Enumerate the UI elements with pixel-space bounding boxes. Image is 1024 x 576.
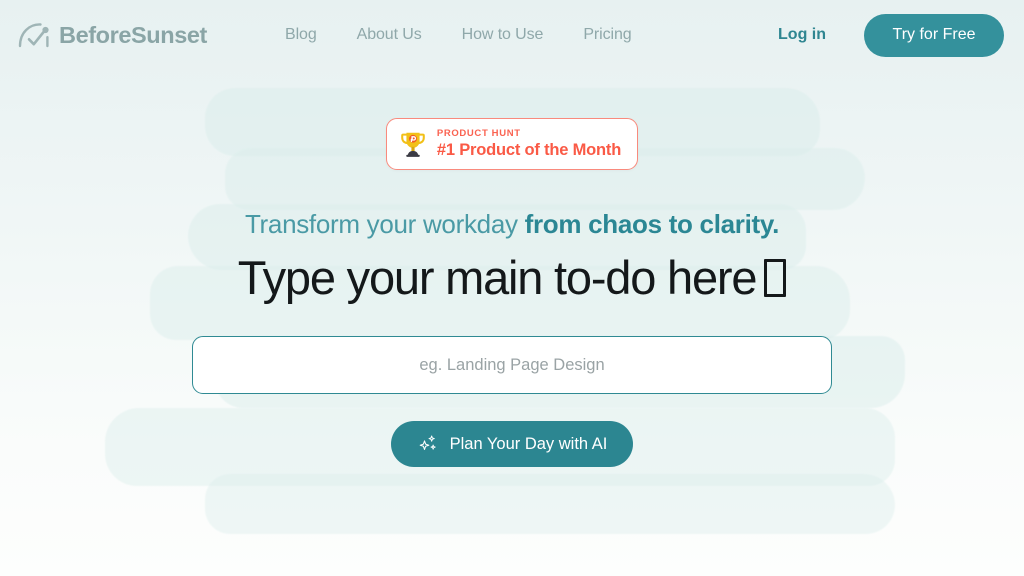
- hero-subheading: Transform your workday from chaos to cla…: [245, 209, 779, 240]
- hero-subheading-bold: from chaos to clarity.: [524, 209, 780, 239]
- plan-your-day-button-label: Plan Your Day with AI: [449, 434, 608, 453]
- nav-link-about-us[interactable]: About Us: [337, 20, 442, 50]
- main-nav: Blog About Us How to Use Pricing: [265, 20, 652, 50]
- header-actions: Log in Try for Free: [778, 13, 1004, 57]
- try-for-free-button[interactable]: Try for Free: [864, 13, 1004, 57]
- page-title: Type your main to-do here: [238, 250, 787, 305]
- brand-name: BeforeSunset: [59, 21, 207, 48]
- hero-section: PRODUCT HUNT #1 Product of the Month Tra…: [0, 70, 1024, 467]
- product-hunt-kicker: PRODUCT HUNT: [436, 128, 521, 139]
- nav-link-pricing[interactable]: Pricing: [563, 20, 651, 50]
- main-todo-input[interactable]: [192, 336, 832, 394]
- brand-logo[interactable]: BeforeSunset: [18, 21, 207, 49]
- trophy-icon: [401, 132, 425, 157]
- nav-link-blog[interactable]: Blog: [265, 20, 337, 50]
- nav-link-how-to-use[interactable]: How to Use: [442, 20, 564, 50]
- page-title-text: Type your main to-do here: [237, 251, 758, 304]
- login-link[interactable]: Log in: [778, 26, 826, 44]
- hero-subheading-light: Transform your workday: [244, 209, 518, 239]
- sparkles-icon: [419, 435, 436, 451]
- product-hunt-badge[interactable]: PRODUCT HUNT #1 Product of the Month: [385, 118, 639, 170]
- product-hunt-badge-text: PRODUCT HUNT #1 Product of the Month: [437, 128, 621, 160]
- plan-your-day-button[interactable]: Plan Your Day with AI: [390, 421, 634, 467]
- sunset-arc-check-icon: [18, 23, 49, 48]
- site-header: BeforeSunset Blog About Us How to Use Pr…: [0, 0, 1024, 70]
- product-hunt-title: #1 Product of the Month: [436, 141, 622, 159]
- missing-glyph-box-icon: [764, 258, 787, 297]
